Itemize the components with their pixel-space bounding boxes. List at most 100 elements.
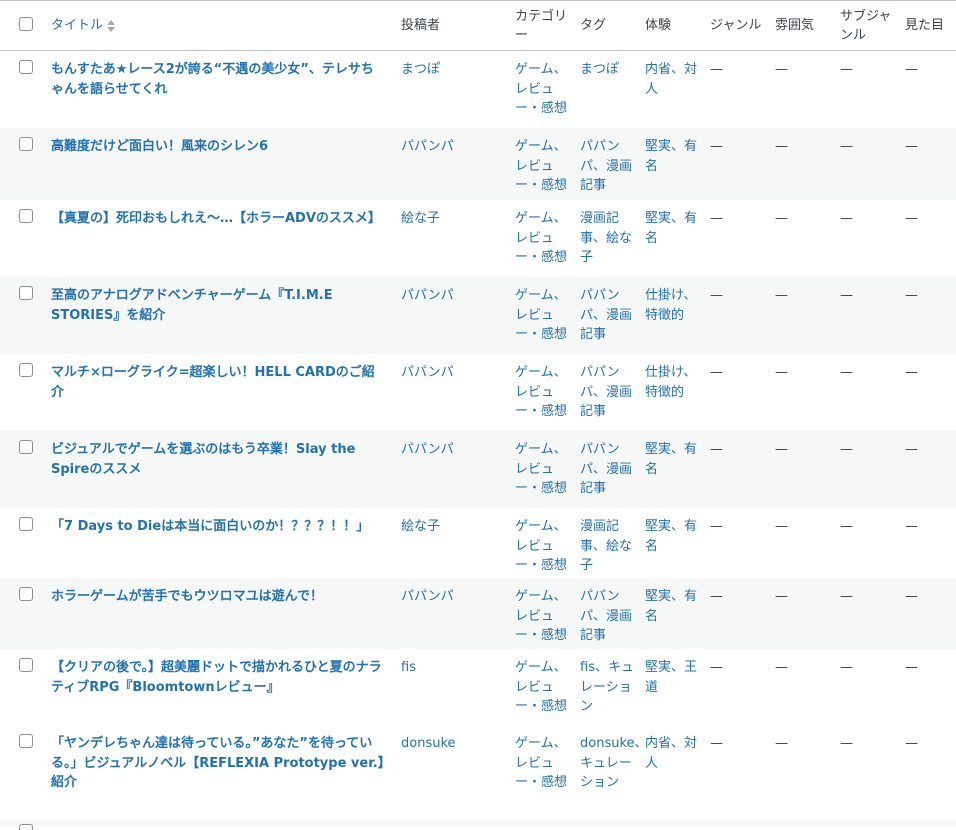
experience-links[interactable]: 堅実、有名 — [645, 517, 701, 556]
row-checkbox[interactable] — [19, 440, 33, 454]
mood-value: — — [775, 211, 788, 226]
post-title-link[interactable]: 「7 Days to Dieは本当に面白いのか！？？？！！」 — [51, 519, 369, 534]
genre-value: — — [710, 288, 723, 303]
table-header: タイトル 投稿者 カテゴリー タグ 体験 ジャンル 雰囲気 サブジャンル 見た目 — [0, 0, 956, 51]
tag-links[interactable]: 漫画記事、絵な子 — [580, 517, 636, 576]
tag-links[interactable]: パパンパ、漫画記事 — [580, 440, 636, 499]
table-row: 【クリアの後で。】超美麗ドットで描かれるひと夏のナラティブRPG『Bloomto… — [0, 649, 956, 725]
subgenre-value: — — [840, 211, 853, 226]
table-row: 「ヤンデレちゃん達は待っている。”あなた”を待っている。」ビジュアルノベル【RE… — [0, 725, 956, 820]
experience-links[interactable]: 仕掛け、特徴的 — [645, 363, 701, 402]
column-title-header[interactable]: タイトル — [51, 16, 391, 36]
column-title-label: タイトル — [51, 18, 104, 33]
column-experience-header: 体験 — [645, 18, 672, 33]
mood-value: — — [775, 589, 788, 604]
tag-links[interactable]: 漫画記事、絵な子 — [580, 209, 636, 268]
post-title-link[interactable]: 至高のアナログアドベンチャーゲーム『T.I.M.E STORIES』を紹介 — [51, 288, 333, 323]
category-links[interactable]: ゲーム、レビュー・感想 — [515, 137, 571, 196]
experience-links[interactable]: 堅実、有名 — [645, 440, 701, 479]
row-checkbox[interactable] — [19, 137, 33, 151]
genre-value: — — [710, 365, 723, 380]
row-checkbox[interactable] — [19, 658, 33, 672]
category-links[interactable]: ゲーム、レビュー・感想 — [515, 363, 571, 422]
author-link[interactable]: パパンパ — [401, 286, 501, 306]
category-links[interactable]: ゲーム、レビュー・感想 — [515, 286, 571, 345]
row-checkbox[interactable] — [19, 734, 33, 748]
category-links[interactable]: ゲーム、レビュー・感想 — [515, 658, 571, 717]
author-link[interactable]: fis — [401, 658, 501, 678]
column-tag-header: タグ — [580, 18, 607, 33]
next-row-checkbox[interactable] — [19, 824, 33, 830]
experience-links[interactable]: 堅実、有名 — [645, 587, 701, 626]
post-title-link[interactable]: ホラーゲームが苦手でもウツロマユは遊んで！ — [51, 589, 323, 604]
post-title-link[interactable]: マルチ×ローグライク=超楽しい！HELL CARDのご紹介 — [51, 365, 375, 400]
author-link[interactable]: パパンパ — [401, 363, 501, 383]
row-checkbox[interactable] — [19, 60, 33, 74]
genre-value: — — [710, 211, 723, 226]
subgenre-value: — — [840, 589, 853, 604]
tag-links[interactable]: パパンパ、漫画記事 — [580, 587, 636, 646]
post-title-link[interactable]: 【真夏の】死印おもしれえ～…【ホラーADVのススメ】 — [51, 211, 381, 226]
author-link[interactable]: パパンパ — [401, 440, 501, 460]
tag-links[interactable]: fis、キュレーション — [580, 658, 636, 717]
category-links[interactable]: ゲーム、レビュー・感想 — [515, 60, 571, 119]
subgenre-value: — — [840, 442, 853, 457]
column-subgenre-header: サブジャンル — [840, 9, 892, 43]
genre-value: — — [710, 660, 723, 675]
column-author-header: 投稿者 — [401, 18, 441, 33]
category-links[interactable]: ゲーム、レビュー・感想 — [515, 209, 571, 268]
tag-links[interactable]: パパンパ、漫画記事 — [580, 363, 636, 422]
mood-value: — — [775, 62, 788, 77]
mood-value: — — [775, 365, 788, 380]
look-value: — — [905, 365, 918, 380]
experience-links[interactable]: 仕掛け、特徴的 — [645, 286, 701, 325]
table-row: 【真夏の】死印おもしれえ～…【ホラーADVのススメ】 絵な子 ゲーム、レビュー・… — [0, 200, 956, 277]
look-value: — — [905, 589, 918, 604]
author-link[interactable]: パパンパ — [401, 587, 501, 607]
mood-value: — — [775, 519, 788, 534]
category-links[interactable]: ゲーム、レビュー・感想 — [515, 587, 571, 646]
post-title-link[interactable]: 高難度だけど面白い！風来のシレン6 — [51, 139, 268, 154]
row-checkbox[interactable] — [19, 587, 33, 601]
posts-table: タイトル 投稿者 カテゴリー タグ 体験 ジャンル 雰囲気 サブジャンル 見た目… — [0, 0, 956, 830]
experience-links[interactable]: 堅実、王道 — [645, 658, 701, 697]
post-title-link[interactable]: 【クリアの後で。】超美麗ドットで描かれるひと夏のナラティブRPG『Bloomto… — [51, 660, 382, 695]
select-all-checkbox[interactable] — [19, 17, 33, 31]
row-checkbox[interactable] — [19, 209, 33, 223]
category-links[interactable]: ゲーム、レビュー・感想 — [515, 440, 571, 499]
mood-value: — — [775, 660, 788, 675]
row-checkbox[interactable] — [19, 286, 33, 300]
table-row: 高難度だけど面白い！風来のシレン6 パパンパ ゲーム、レビュー・感想 パパンパ、… — [0, 128, 956, 200]
subgenre-value: — — [840, 365, 853, 380]
subgenre-value: — — [840, 62, 853, 77]
row-checkbox[interactable] — [19, 363, 33, 377]
author-link[interactable]: donsuke — [401, 734, 501, 754]
genre-value: — — [710, 589, 723, 604]
genre-value: — — [710, 519, 723, 534]
look-value: — — [905, 139, 918, 154]
post-title-link[interactable]: ビジュアルでゲームを選ぶのはもう卒業！Slay the Spireのススメ — [51, 442, 355, 477]
experience-links[interactable]: 堅実、有名 — [645, 209, 701, 248]
column-look-header: 見た目 — [905, 18, 945, 33]
author-link[interactable]: 絵な子 — [401, 517, 501, 537]
tag-links[interactable]: まつぽ — [580, 60, 636, 80]
mood-value: — — [775, 139, 788, 154]
experience-links[interactable]: 内省、対人 — [645, 734, 701, 773]
category-links[interactable]: ゲーム、レビュー・感想 — [515, 734, 571, 793]
author-link[interactable]: パパンパ — [401, 137, 501, 157]
tag-links[interactable]: パパンパ、漫画記事 — [580, 286, 636, 345]
tag-links[interactable]: パパンパ、漫画記事 — [580, 137, 636, 196]
subgenre-value: — — [840, 139, 853, 154]
author-link[interactable]: まつぽ — [401, 60, 501, 80]
experience-links[interactable]: 内省、対人 — [645, 60, 701, 99]
next-row-edge — [0, 821, 956, 826]
post-title-link[interactable]: 「ヤンデレちゃん達は待っている。”あなた”を待っている。」ビジュアルノベル【RE… — [51, 736, 384, 790]
column-genre-header: ジャンル — [710, 18, 762, 33]
row-checkbox[interactable] — [19, 517, 33, 531]
experience-links[interactable]: 堅実、有名 — [645, 137, 701, 176]
category-links[interactable]: ゲーム、レビュー・感想 — [515, 517, 571, 576]
post-title-link[interactable]: もんすたあ★レース2が誇る“不遇の美少女”、テレサちゃんを語らせてくれ — [51, 62, 374, 97]
author-link[interactable]: 絵な子 — [401, 209, 501, 229]
genre-value: — — [710, 442, 723, 457]
tag-links[interactable]: donsuke、キュレーション — [580, 734, 648, 793]
